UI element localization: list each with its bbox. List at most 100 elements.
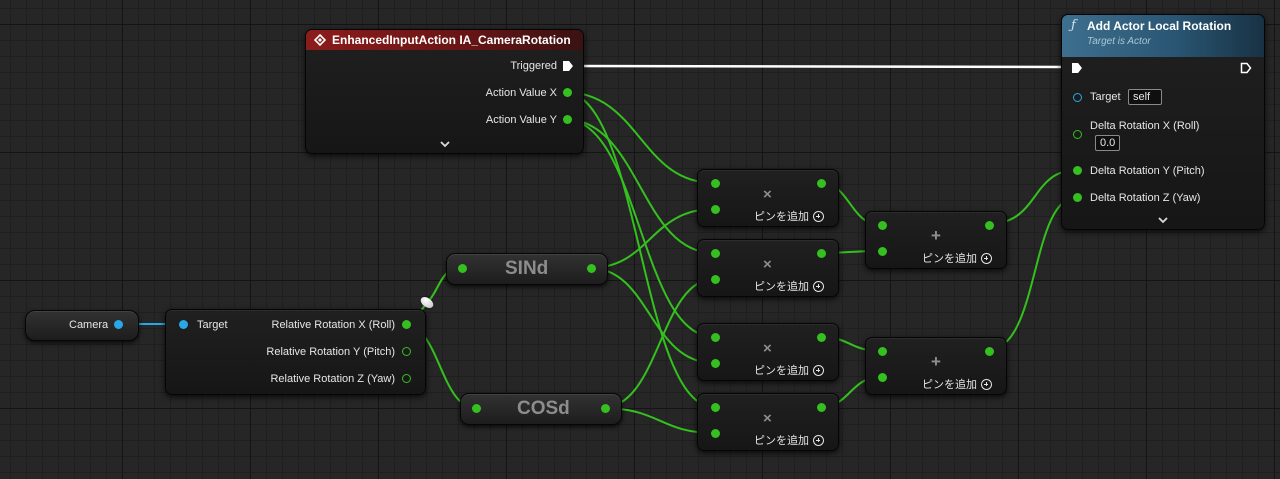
node-header: EnhancedInputAction IA_CameraRotation — [306, 30, 583, 50]
multiply-input-b-pin[interactable] — [711, 275, 720, 284]
add-output-pin[interactable] — [985, 347, 994, 356]
add-pin-label: ピンを追加 — [754, 211, 809, 223]
target-pin[interactable] — [1073, 93, 1082, 102]
multiply-input-a-pin[interactable] — [711, 333, 720, 342]
add-pin-label: ピンを追加 — [754, 281, 809, 293]
add-input-a-pin[interactable] — [878, 347, 887, 356]
add-output-pin[interactable] — [985, 221, 994, 230]
add-input-a-pin[interactable] — [878, 221, 887, 230]
multiply-node[interactable]: × ピンを追加 — [697, 169, 839, 227]
exec-wire — [572, 64, 1073, 69]
target-input-pin[interactable] — [179, 320, 188, 329]
cosd-input-pin[interactable] — [472, 404, 481, 413]
sind-input-pin[interactable] — [458, 264, 467, 273]
target-label: Target — [197, 319, 228, 331]
delta-roll-value-field[interactable]: 0.0 — [1095, 135, 1121, 151]
add-pin-label: ピンを追加 — [754, 435, 809, 447]
cosd-node[interactable]: COSd — [460, 393, 622, 425]
add-pin-label: ピンを追加 — [922, 379, 977, 391]
action-value-x-label: Action Value X — [485, 87, 557, 99]
add-pin-button[interactable]: ピンを追加 — [754, 432, 824, 448]
add-pin-button[interactable]: ピンを追加 — [754, 208, 824, 224]
action-value-y-pin[interactable] — [563, 115, 572, 124]
plus-circle-icon — [981, 253, 992, 264]
target-label: Target — [1090, 91, 1121, 103]
triggered-label: Triggered — [510, 60, 557, 72]
wire-action-x-to-mul1 — [563, 91, 715, 184]
multiply-input-b-pin[interactable] — [711, 205, 720, 214]
triggered-exec-pin[interactable] — [562, 60, 574, 72]
add-node[interactable]: + ピンを追加 — [865, 211, 1007, 269]
add-symbol: + — [931, 226, 941, 245]
add-pin-label: ピンを追加 — [922, 253, 977, 265]
multiply-output-pin[interactable] — [817, 403, 826, 412]
camera-output-pin[interactable] — [114, 320, 123, 329]
target-value-field[interactable]: self — [1128, 89, 1162, 105]
multiply-input-a-pin[interactable] — [711, 249, 720, 258]
wire-sind-to-mul1 — [589, 208, 715, 269]
cosd-label: COSd — [517, 398, 570, 419]
multiply-output-pin[interactable] — [817, 333, 826, 342]
add-actor-local-rotation-node[interactable]: ƒ Add Actor Local Rotation Target is Act… — [1061, 14, 1265, 230]
add-pin-label: ピンを追加 — [754, 365, 809, 377]
multiply-output-pin[interactable] — [817, 179, 826, 188]
chevron-down-icon[interactable] — [1157, 215, 1169, 225]
multiply-node[interactable]: × ピンを追加 — [697, 323, 839, 381]
multiply-input-a-pin[interactable] — [711, 179, 720, 188]
multiply-input-a-pin[interactable] — [711, 403, 720, 412]
cosd-output-pin[interactable] — [601, 404, 610, 413]
add-pin-button[interactable]: ピンを追加 — [754, 278, 824, 294]
delta-pitch-label: Delta Rotation Y (Pitch) — [1090, 165, 1205, 177]
multiply-symbol: × — [763, 340, 772, 357]
multiply-input-b-pin[interactable] — [711, 429, 720, 438]
node-header: ƒ Add Actor Local Rotation Target is Act… — [1062, 15, 1264, 57]
plus-circle-icon — [813, 211, 824, 222]
add-input-b-pin[interactable] — [878, 247, 887, 256]
delta-roll-label: Delta Rotation X (Roll) — [1090, 120, 1200, 132]
camera-variable-node[interactable]: Camera — [25, 310, 139, 341]
delta-roll-pin[interactable] — [1073, 130, 1082, 139]
multiply-input-b-pin[interactable] — [711, 359, 720, 368]
add-pin-button[interactable]: ピンを追加 — [754, 362, 824, 378]
multiply-output-pin[interactable] — [817, 249, 826, 258]
sind-label: SINd — [505, 258, 549, 279]
roll-label: Relative Rotation X (Roll) — [271, 319, 396, 331]
multiply-node[interactable]: × ピンを追加 — [697, 393, 839, 451]
sind-node[interactable]: SINd — [446, 253, 608, 285]
node-subtitle: Target is Actor — [1087, 36, 1151, 47]
enhanced-input-action-node[interactable]: EnhancedInputAction IA_CameraRotation Tr… — [305, 29, 584, 154]
delta-pitch-pin[interactable] — [1073, 166, 1082, 175]
sind-output-pin[interactable] — [587, 264, 596, 273]
node-title: Add Actor Local Rotation — [1087, 19, 1232, 33]
chevron-down-icon[interactable] — [439, 139, 451, 149]
node-title: EnhancedInputAction IA_CameraRotation — [332, 33, 571, 47]
event-diamond-icon — [314, 34, 326, 46]
plus-circle-icon — [813, 281, 824, 292]
exec-out-pin[interactable] — [1240, 62, 1252, 74]
wire-sind-to-mul3 — [589, 267, 715, 364]
yaw-label: Relative Rotation Z (Yaw) — [270, 373, 395, 385]
relative-rotation-node[interactable]: Target Relative Rotation X (Roll) Relati… — [165, 309, 426, 395]
pitch-output-pin[interactable] — [402, 347, 411, 356]
pitch-label: Relative Rotation Y (Pitch) — [266, 346, 395, 358]
plus-circle-icon — [813, 365, 824, 376]
plus-circle-icon — [981, 379, 992, 390]
function-f-icon: ƒ — [1071, 18, 1076, 33]
action-value-x-pin[interactable] — [563, 88, 572, 97]
wire-action-y-to-mul2 — [563, 118, 715, 254]
delta-yaw-pin[interactable] — [1073, 193, 1082, 202]
action-value-y-label: Action Value Y — [485, 114, 557, 126]
delta-yaw-label: Delta Rotation Z (Yaw) — [1090, 192, 1201, 204]
add-input-b-pin[interactable] — [878, 373, 887, 382]
yaw-output-pin[interactable] — [402, 374, 411, 383]
camera-label: Camera — [69, 319, 109, 331]
plus-circle-icon — [813, 435, 824, 446]
add-node[interactable]: + ピンを追加 — [865, 337, 1007, 395]
multiply-node[interactable]: × ピンを追加 — [697, 239, 839, 297]
add-pin-button[interactable]: ピンを追加 — [922, 250, 992, 266]
multiply-symbol: × — [763, 256, 772, 273]
add-pin-button[interactable]: ピンを追加 — [922, 376, 992, 392]
exec-in-pin[interactable] — [1071, 62, 1083, 74]
wire-action-y-to-mul3 — [563, 118, 715, 338]
roll-output-pin[interactable] — [402, 320, 411, 329]
